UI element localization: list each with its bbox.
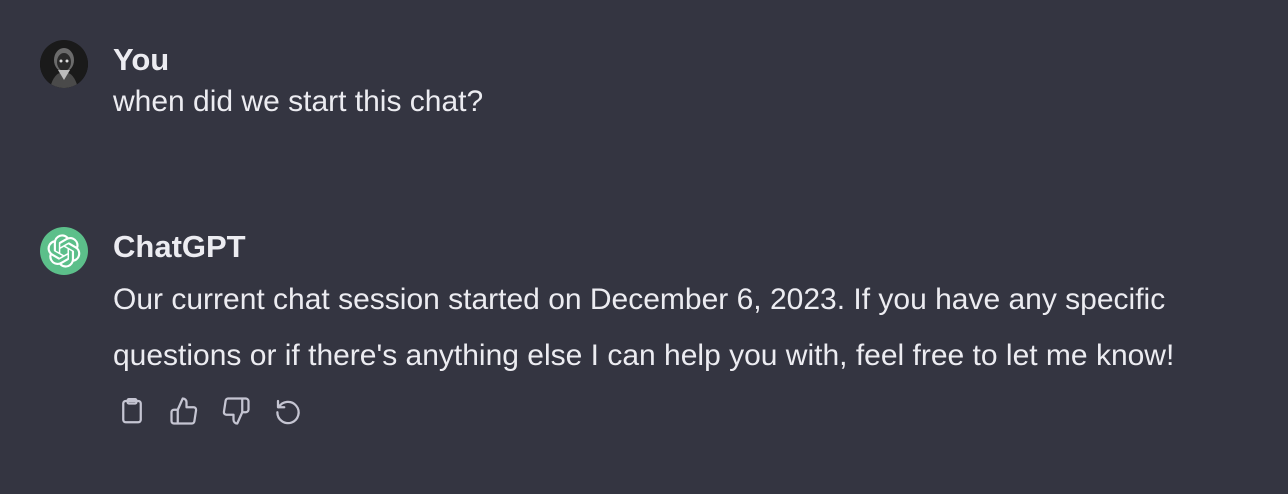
thumbs-up-icon bbox=[170, 397, 198, 425]
assistant-author-name: ChatGPT bbox=[113, 229, 246, 264]
user-avatar-image bbox=[40, 40, 88, 88]
assistant-message: ChatGPT Our current chat session started… bbox=[40, 227, 1248, 428]
user-message: You when did we start this chat? bbox=[40, 40, 1248, 130]
thumbs-down-button[interactable] bbox=[219, 394, 253, 428]
regenerate-button[interactable] bbox=[271, 394, 305, 428]
regenerate-icon bbox=[276, 399, 300, 425]
user-message-content: You when did we start this chat? bbox=[113, 40, 1248, 130]
thumbs-up-button[interactable] bbox=[167, 394, 201, 428]
user-message-text: when did we start this chat? bbox=[113, 85, 484, 118]
thumbs-down-icon bbox=[222, 397, 250, 425]
openai-logo-icon bbox=[47, 234, 81, 268]
copy-button[interactable] bbox=[115, 394, 149, 428]
assistant-message-content: ChatGPT Our current chat session started… bbox=[113, 227, 1248, 428]
user-avatar bbox=[40, 40, 88, 88]
chatgpt-avatar bbox=[40, 227, 88, 275]
chat-thread: You when did we start this chat? ChatGPT… bbox=[0, 0, 1288, 494]
assistant-message-text: Our current chat session started on Dece… bbox=[113, 283, 1175, 372]
message-actions bbox=[115, 394, 1248, 428]
clipboard-icon bbox=[122, 398, 142, 424]
